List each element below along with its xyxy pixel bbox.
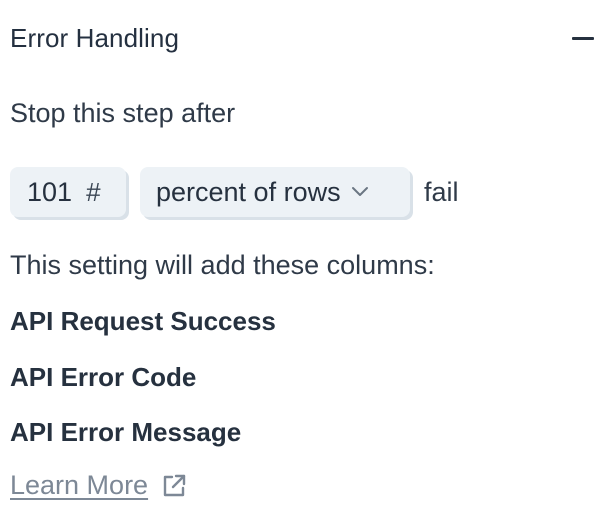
minus-icon: [572, 36, 594, 40]
stop-step-label: Stop this step after: [10, 98, 236, 128]
section-header: Error Handling: [10, 20, 594, 56]
columns-intro-text: This setting will add these columns:: [10, 250, 435, 280]
section-title: Error Handling: [10, 22, 180, 53]
error-handling-panel: Error Handling Stop this step after 101 …: [0, 0, 604, 532]
fail-label: fail: [424, 176, 459, 207]
learn-more-label: Learn More: [10, 470, 149, 500]
learn-more-link[interactable]: Learn More: [10, 470, 188, 501]
threshold-number-input[interactable]: 101 #: [10, 167, 126, 217]
column-name: API Error Code: [10, 362, 197, 392]
hash-icon: #: [86, 176, 101, 207]
column-name: API Error Message: [10, 417, 242, 447]
chevron-down-icon: [351, 183, 369, 201]
external-link-icon: [160, 472, 188, 500]
unit-select-value: percent of rows: [156, 176, 341, 207]
column-name: API Request Success: [10, 306, 276, 336]
unit-select[interactable]: percent of rows: [140, 167, 410, 217]
threshold-controls: 101 # percent of rows fail: [10, 166, 459, 218]
collapse-button[interactable]: [560, 21, 594, 55]
threshold-value: 101: [27, 176, 73, 207]
